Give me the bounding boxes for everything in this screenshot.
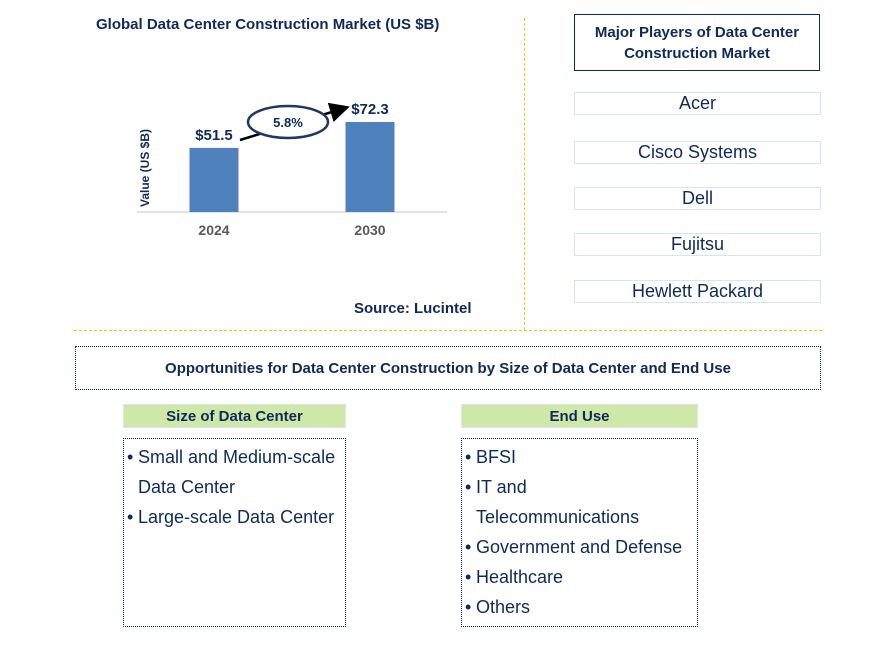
list-item-text: Data Center: [138, 477, 236, 497]
major-players-title: Major Players of Data Center Constructio…: [574, 14, 820, 71]
bullet-icon: •: [127, 447, 134, 467]
list-item-text: Others: [476, 597, 531, 617]
list-item-text: Government and Defense: [476, 537, 683, 557]
bar-2030: [345, 122, 395, 212]
player-hewlett-packard: Hewlett Packard: [574, 280, 821, 303]
opportunities-title: Opportunities for Data Center Constructi…: [75, 346, 821, 390]
bullet-icon: •: [465, 537, 472, 557]
bullet-icon: •: [465, 447, 472, 467]
end-use-header: End Use: [461, 404, 698, 428]
list-item: • BFSI: [465, 442, 697, 472]
bullet-icon: •: [465, 567, 472, 587]
list-item: • IT and Telecommunications: [465, 472, 697, 532]
list-item: • Healthcare: [465, 562, 697, 592]
list-item: • Others: [465, 592, 697, 622]
end-use-list: • BFSI • IT and Telecommunications • Governmen…: [461, 438, 698, 627]
size-of-data-center-header: Size of Data Center: [123, 404, 346, 428]
data-label: $51.5: [195, 127, 233, 144]
player-cisco-systems: Cisco Systems: [574, 141, 821, 164]
bullet-icon: •: [465, 597, 472, 617]
list-item-text: BFSI: [476, 447, 517, 467]
x-tick-label: 2024: [198, 222, 229, 238]
vertical-divider: [524, 18, 525, 330]
bar-2024: [189, 147, 239, 212]
list-item-text: IT and: [476, 477, 527, 497]
bullet-icon: •: [127, 507, 134, 527]
list-item-text: Large-scale Data Center: [138, 507, 335, 527]
horizontal-divider: [74, 330, 822, 331]
source-label: Source: Lucintel: [354, 300, 472, 317]
player-acer: Acer: [574, 92, 821, 115]
list-item-text: Healthcare: [476, 567, 564, 587]
bar-chart: Value (US $B) $51.5 2024 $72.3 2030 5.8%: [137, 101, 447, 238]
list-item-text: Small and Medium-scale: [138, 447, 336, 467]
list-item: • Small and Medium-scale Data Center: [127, 442, 345, 502]
cagr-label: 5.8%: [273, 115, 303, 130]
list-item-text: Telecommunications: [476, 507, 640, 527]
data-label: $72.3: [351, 101, 389, 118]
list-item: • Large-scale Data Center: [127, 502, 345, 532]
player-fujitsu: Fujitsu: [574, 233, 821, 256]
size-of-data-center-list: • Small and Medium-scale Data Center • Large…: [123, 438, 346, 627]
player-dell: Dell: [574, 187, 821, 210]
bullet-icon: •: [465, 477, 472, 497]
y-axis-label: Value (US $B): [138, 129, 152, 207]
x-tick-label: 2030: [354, 222, 385, 238]
list-item: • Government and Defense: [465, 532, 697, 562]
